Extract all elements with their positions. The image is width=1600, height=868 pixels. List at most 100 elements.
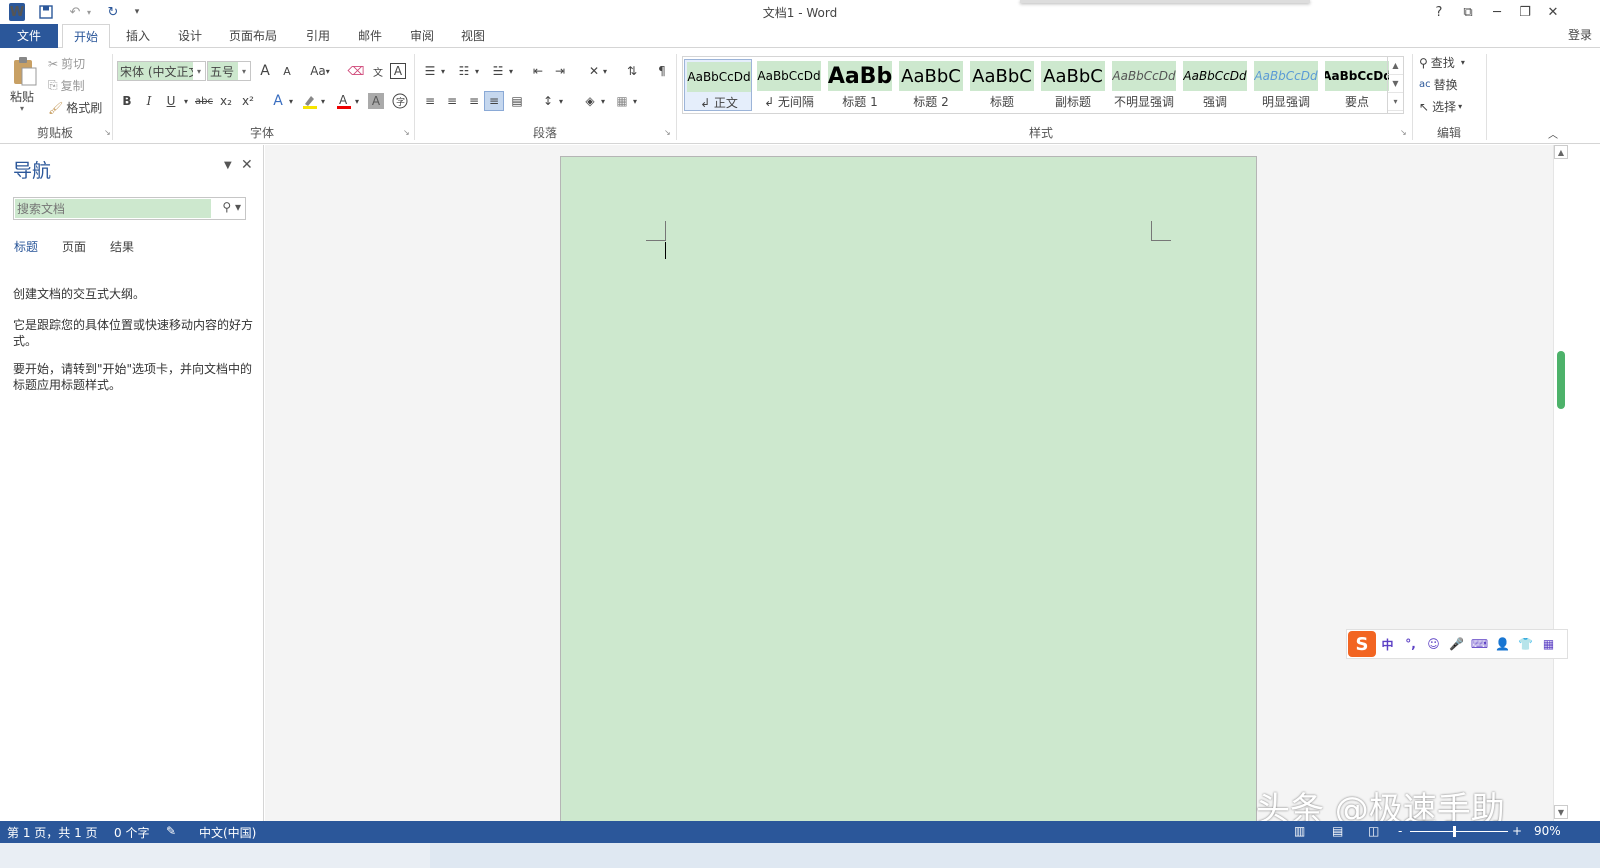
nav-tab-headings[interactable]: 标题: [14, 238, 38, 255]
print-layout-icon[interactable]: ▤: [1332, 824, 1343, 838]
sogou-logo-icon[interactable]: S: [1348, 631, 1376, 657]
align-center-icon[interactable]: ≡: [442, 91, 462, 111]
more-styles-icon[interactable]: ▾: [1388, 93, 1403, 111]
language-indicator[interactable]: 中文(中国): [199, 824, 256, 841]
emoji-icon[interactable]: ☺: [1422, 637, 1445, 651]
style-intense-emphasis[interactable]: AaBbCcDd 明显强调: [1252, 59, 1320, 111]
decrease-indent-icon[interactable]: ⇤: [528, 61, 548, 81]
toolbox-icon[interactable]: ▦: [1537, 637, 1560, 651]
close-icon[interactable]: ✕: [241, 157, 253, 173]
chevron-down-icon[interactable]: ▾: [238, 62, 250, 80]
distributed-icon[interactable]: ▤: [507, 91, 527, 111]
zoom-level[interactable]: 90%: [1534, 824, 1561, 838]
style-title[interactable]: AaBbC 标题: [968, 59, 1036, 111]
chevron-down-icon[interactable]: ▾: [438, 61, 448, 81]
tab-file[interactable]: 文件: [0, 24, 58, 48]
justify-icon[interactable]: ≡: [484, 91, 504, 111]
sort-icon[interactable]: ⇅: [622, 61, 642, 81]
tab-references[interactable]: 引用: [296, 24, 340, 48]
chevron-down-icon[interactable]: ▼: [1388, 75, 1403, 93]
keyboard-icon[interactable]: ⌨: [1468, 637, 1491, 651]
clear-formatting-icon[interactable]: ⌫: [346, 61, 366, 81]
zoom-slider-track[interactable]: [1410, 831, 1508, 832]
proofing-icon[interactable]: ✎: [166, 824, 176, 838]
search-input[interactable]: [15, 199, 211, 218]
zoom-in-button[interactable]: +: [1512, 824, 1522, 838]
tab-mailings[interactable]: 邮件: [348, 24, 392, 48]
grow-font-button[interactable]: A: [255, 61, 275, 81]
zoom-out-button[interactable]: -: [1398, 824, 1402, 838]
style-heading-2[interactable]: AaBbC 标题 2: [897, 59, 965, 111]
word-count[interactable]: 0 个字: [114, 824, 149, 841]
tab-design[interactable]: 设计: [168, 24, 212, 48]
style-no-spacing[interactable]: AaBbCcDd ↲ 无间隔: [755, 59, 823, 111]
ribbon-display-options-button[interactable]: ⧉: [1455, 2, 1481, 22]
font-launcher-icon[interactable]: ↘: [403, 128, 410, 137]
tab-review[interactable]: 审阅: [400, 24, 444, 48]
font-name-combo[interactable]: 宋体 (中文正文 ▾: [117, 61, 206, 81]
select-button[interactable]: ↖ 选择 ▾: [1419, 98, 1462, 115]
search-icon[interactable]: ⚲ ▾: [222, 200, 241, 214]
borders-icon[interactable]: ▦: [612, 91, 632, 111]
minimize-button[interactable]: ─: [1484, 2, 1510, 22]
bold-button[interactable]: B: [117, 91, 137, 111]
collapse-ribbon-icon[interactable]: ︿: [1548, 126, 1558, 141]
chevron-down-icon[interactable]: ▾: [556, 91, 566, 111]
tab-home[interactable]: 开始: [62, 24, 110, 49]
sign-in-link[interactable]: 登录: [1568, 26, 1592, 43]
styles-launcher-icon[interactable]: ↘: [1400, 128, 1407, 137]
style-subtitle[interactable]: AaBbC 副标题: [1039, 59, 1107, 111]
document-page[interactable]: [560, 156, 1257, 821]
chevron-down-icon[interactable]: ▾: [286, 91, 296, 111]
scroll-thumb[interactable]: [1557, 351, 1565, 409]
vertical-scrollbar[interactable]: ▲ ▼: [1553, 145, 1568, 821]
cut-button[interactable]: ✂ 剪切: [48, 55, 85, 72]
font-color-icon[interactable]: A: [334, 91, 354, 111]
punctuation-icon[interactable]: °,: [1399, 637, 1422, 651]
web-layout-icon[interactable]: ◫: [1368, 824, 1379, 838]
change-case-button[interactable]: Aa ▾: [306, 61, 334, 81]
phonetic-guide-icon[interactable]: 文: [368, 61, 388, 81]
text-effects-icon[interactable]: A: [268, 91, 288, 111]
ime-mode-icon[interactable]: 中: [1376, 636, 1399, 653]
shading-icon[interactable]: ◈: [580, 91, 600, 111]
skin-icon[interactable]: 👕: [1514, 637, 1537, 651]
style-heading-1[interactable]: AaBb 标题 1: [826, 59, 894, 111]
scroll-down-icon[interactable]: ▼: [1554, 805, 1568, 819]
underline-button[interactable]: U: [161, 91, 181, 111]
multilevel-list-icon[interactable]: ☱: [488, 61, 508, 81]
shrink-font-button[interactable]: A: [277, 61, 297, 81]
bullets-icon[interactable]: ☰: [420, 61, 440, 81]
user-icon[interactable]: 👤: [1491, 637, 1514, 651]
font-size-combo[interactable]: 五号 ▾: [207, 61, 251, 81]
align-right-icon[interactable]: ≡: [464, 91, 484, 111]
underline-dropdown-icon[interactable]: ▾: [181, 91, 191, 111]
style-strong[interactable]: AaBbCcDd 要点: [1323, 59, 1391, 111]
replace-button[interactable]: ac 替换: [1419, 76, 1458, 93]
find-button[interactable]: ⚲ 查找 ▾: [1419, 54, 1465, 71]
character-border-icon[interactable]: A: [390, 63, 406, 79]
nav-options-icon[interactable]: ▼: [224, 160, 232, 171]
nav-tab-pages[interactable]: 页面: [62, 238, 86, 255]
chevron-down-icon[interactable]: ▾: [630, 91, 640, 111]
enclose-characters-icon[interactable]: 字: [390, 91, 410, 111]
numbering-icon[interactable]: ☷: [454, 61, 474, 81]
show-marks-icon[interactable]: ¶: [652, 61, 672, 81]
zoom-slider-thumb[interactable]: [1453, 826, 1456, 837]
chevron-down-icon[interactable]: ▾: [506, 61, 516, 81]
paste-dropdown-icon[interactable]: ▾: [20, 104, 24, 113]
help-button[interactable]: ?: [1426, 2, 1452, 22]
line-spacing-icon[interactable]: ↕: [538, 91, 558, 111]
paragraph-launcher-icon[interactable]: ↘: [664, 128, 671, 137]
nav-tab-results[interactable]: 结果: [110, 238, 134, 255]
page-count[interactable]: 第 1 页，共 1 页: [7, 824, 98, 841]
highlight-icon[interactable]: [300, 91, 320, 111]
paste-button[interactable]: 粘贴: [10, 88, 34, 105]
style-emphasis[interactable]: AaBbCcDd 强调: [1181, 59, 1249, 111]
tab-layout[interactable]: 页面布局: [222, 24, 284, 48]
chevron-down-icon[interactable]: ▾: [318, 91, 328, 111]
strikethrough-button[interactable]: abc: [194, 91, 214, 111]
chevron-down-icon[interactable]: ▾: [352, 91, 362, 111]
style-subtle-emphasis[interactable]: AaBbCcDd 不明显强调: [1110, 59, 1178, 111]
read-mode-icon[interactable]: ▥: [1294, 824, 1305, 838]
